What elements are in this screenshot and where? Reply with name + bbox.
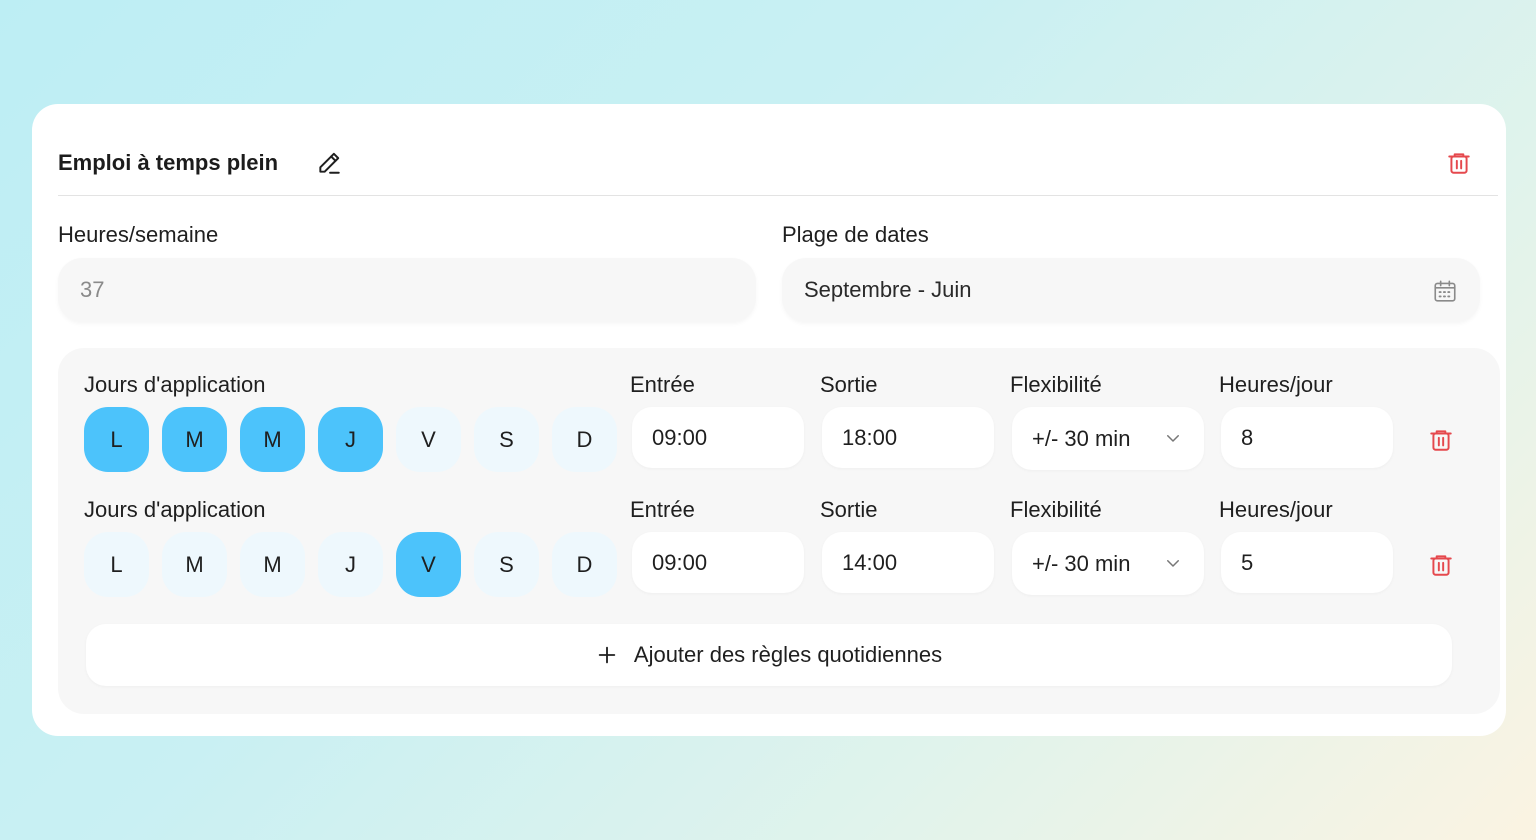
day-toggle[interactable]: L bbox=[84, 532, 149, 597]
chevron-down-icon bbox=[1167, 435, 1179, 442]
exit-time-input[interactable] bbox=[842, 549, 974, 576]
exit-time-field[interactable] bbox=[822, 407, 994, 468]
entry-time-field[interactable] bbox=[632, 532, 804, 593]
day-toggle[interactable]: M bbox=[240, 532, 305, 597]
hours-day-label: Heures/jour bbox=[1219, 372, 1333, 397]
date-range-value: Septembre - Juin bbox=[804, 277, 972, 302]
hours-week-input[interactable] bbox=[80, 277, 734, 303]
day-toggle[interactable]: S bbox=[474, 407, 539, 472]
flexibility-select[interactable]: +/- 30 min bbox=[1012, 532, 1204, 595]
hours-day-field[interactable] bbox=[1221, 407, 1393, 468]
day-toggle[interactable]: D bbox=[552, 407, 617, 472]
hours-day-input[interactable] bbox=[1241, 549, 1373, 576]
day-toggle[interactable]: V bbox=[396, 407, 461, 472]
flexibility-value: +/- 30 min bbox=[1032, 425, 1131, 451]
schedule-card: Emploi à temps plein Heures/semaine Plag… bbox=[32, 104, 1506, 736]
daily-rules-panel: Jours d'application LMMJVSD Entrée Sorti… bbox=[58, 348, 1500, 714]
day-toggle[interactable]: S bbox=[474, 532, 539, 597]
hours-week-label: Heures/semaine bbox=[58, 222, 219, 247]
exit-label: Sortie bbox=[820, 497, 878, 522]
entry-label: Entrée bbox=[630, 497, 695, 522]
day-toggle[interactable]: J bbox=[318, 407, 383, 472]
flex-label: Flexibilité bbox=[1010, 497, 1102, 522]
hours-day-field[interactable] bbox=[1221, 532, 1393, 593]
days-label: Jours d'application bbox=[84, 372, 266, 397]
entry-label: Entrée bbox=[630, 372, 695, 397]
daily-rule-row: Jours d'application LMMJVSD Entrée Sorti… bbox=[58, 497, 1500, 617]
entry-time-input[interactable] bbox=[652, 424, 784, 451]
day-toggle[interactable]: V bbox=[396, 532, 461, 597]
day-toggle[interactable]: J bbox=[318, 532, 383, 597]
entry-time-input[interactable] bbox=[652, 549, 784, 576]
days-label: Jours d'application bbox=[84, 497, 266, 522]
exit-time-input[interactable] bbox=[842, 424, 974, 451]
flexibility-select[interactable]: +/- 30 min bbox=[1012, 407, 1204, 470]
trash-icon[interactable] bbox=[1446, 150, 1472, 176]
add-daily-rule-label: Ajouter des règles quotidiennes bbox=[633, 642, 943, 667]
card-header: Emploi à temps plein bbox=[58, 138, 1498, 196]
hours-week-field[interactable] bbox=[58, 258, 756, 322]
day-toggle[interactable]: M bbox=[162, 532, 227, 597]
exit-label: Sortie bbox=[820, 372, 878, 397]
day-toggle[interactable]: M bbox=[240, 407, 305, 472]
trash-icon[interactable] bbox=[1428, 552, 1454, 578]
card-title: Emploi à temps plein bbox=[58, 150, 279, 175]
trash-icon[interactable] bbox=[1428, 427, 1454, 453]
hours-day-label: Heures/jour bbox=[1219, 497, 1333, 522]
entry-time-field[interactable] bbox=[632, 407, 804, 468]
calendar-icon[interactable] bbox=[1432, 278, 1458, 304]
chevron-down-icon bbox=[1167, 560, 1179, 567]
day-toggle[interactable]: M bbox=[162, 407, 227, 472]
day-toggle[interactable]: D bbox=[552, 532, 617, 597]
exit-time-field[interactable] bbox=[822, 532, 994, 593]
add-daily-rule-button[interactable]: Ajouter des règles quotidiennes bbox=[86, 624, 1452, 686]
flexibility-value: +/- 30 min bbox=[1032, 550, 1131, 576]
hours-day-input[interactable] bbox=[1241, 424, 1373, 451]
flex-label: Flexibilité bbox=[1010, 372, 1102, 397]
day-toggle[interactable]: L bbox=[84, 407, 149, 472]
plus-icon bbox=[598, 646, 616, 664]
date-range-field[interactable]: Septembre - Juin bbox=[782, 258, 1480, 322]
date-range-label: Plage de dates bbox=[782, 222, 929, 247]
daily-rule-row: Jours d'application LMMJVSD Entrée Sorti… bbox=[58, 372, 1500, 492]
pencil-icon[interactable] bbox=[316, 150, 342, 176]
